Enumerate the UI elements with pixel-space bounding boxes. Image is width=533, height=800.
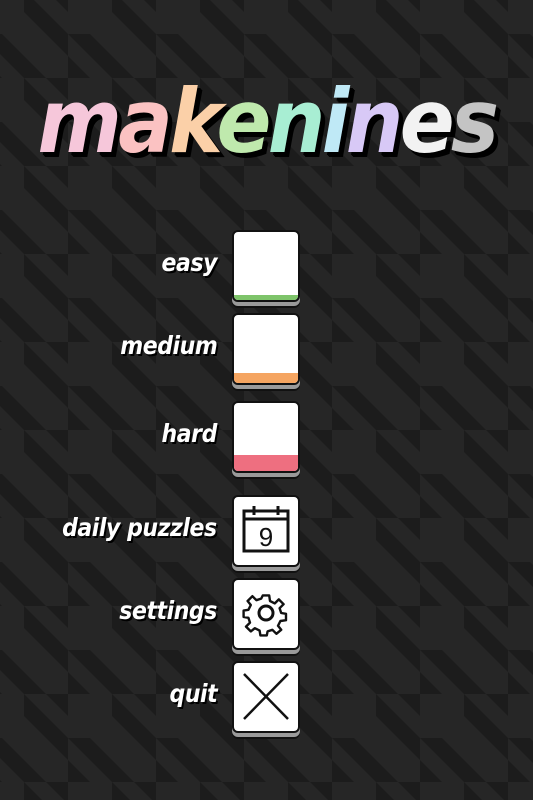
menu-row-easy: easy: [0, 230, 533, 302]
hard-label: hard: [161, 419, 218, 448]
easy-label: easy: [161, 248, 218, 277]
menu-row-hard: hard: [0, 401, 533, 473]
menu-row-medium: medium: [0, 313, 533, 385]
menu-row-settings: settings: [0, 578, 533, 650]
daily-puzzles-label: daily puzzles: [62, 513, 217, 542]
main-menu: easy medium hard daily puzzles 9 setting…: [0, 0, 533, 800]
calendar-day-number: 9: [259, 522, 273, 552]
medium-color-strip: [234, 373, 298, 383]
easy-color-strip: [234, 295, 298, 300]
easy-button[interactable]: [232, 230, 300, 302]
menu-row-quit: quit: [0, 661, 533, 733]
medium-label: medium: [119, 331, 218, 360]
quit-label: quit: [169, 679, 217, 708]
hard-color-strip: [234, 455, 298, 471]
hard-button[interactable]: [232, 401, 300, 473]
calendar-icon: 9: [242, 506, 290, 553]
menu-row-daily: daily puzzles 9: [0, 495, 533, 567]
gear-icon: [242, 594, 288, 637]
daily-puzzles-button[interactable]: 9: [232, 495, 300, 567]
quit-button[interactable]: [232, 661, 300, 733]
settings-button[interactable]: [232, 578, 300, 650]
medium-button[interactable]: [232, 313, 300, 385]
settings-label: settings: [119, 596, 217, 625]
close-icon: [243, 673, 289, 720]
